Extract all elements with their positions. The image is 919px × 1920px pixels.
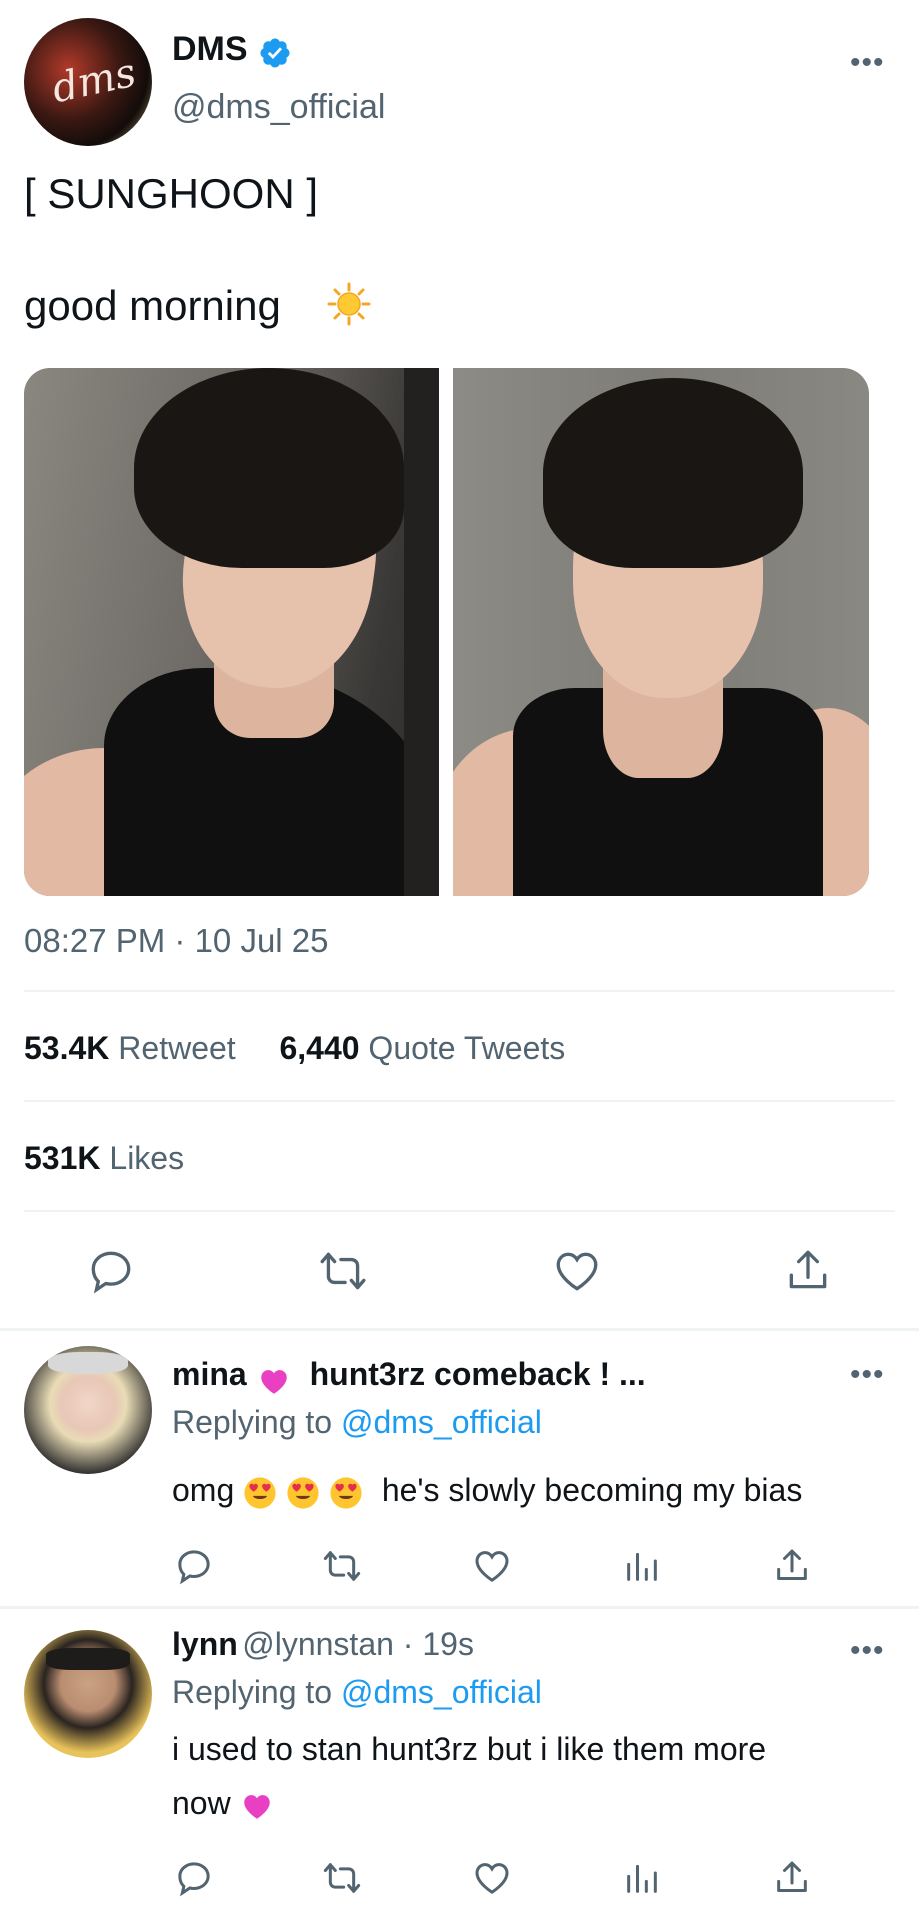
likes-label[interactable]: Likes <box>109 1140 184 1176</box>
reply-author-name[interactable]: mina <box>172 1356 247 1392</box>
replying-to-label: Replying to <box>172 1404 333 1440</box>
reply-text-start: omg <box>172 1472 235 1508</box>
replying-to: Replying to @dms_official <box>172 1404 542 1441</box>
more-options-icon[interactable]: ••• <box>850 46 885 80</box>
divider <box>0 1606 919 1609</box>
pink-heart-emoji-icon <box>243 1794 270 1819</box>
replying-to-label: Replying to <box>172 1674 333 1710</box>
reply-text-line-1: i used to stan hunt3rz but i like them m… <box>172 1731 767 1767</box>
verified-badge-icon <box>260 38 290 68</box>
tweet-text-title: [ SUNGHOON ] <box>24 170 319 217</box>
quotes-label[interactable]: Quote Tweets <box>368 1030 565 1066</box>
tweet-photo-2[interactable] <box>453 368 869 896</box>
replying-to-mention[interactable]: @dms_official <box>341 1674 542 1710</box>
divider <box>24 1100 895 1102</box>
author-avatar[interactable]: dms <box>24 18 152 146</box>
reply-avatar[interactable] <box>24 1346 152 1474</box>
views-icon[interactable] <box>622 1858 662 1898</box>
heart-eyes-emoji-icon <box>287 1476 319 1509</box>
reply-more-icon[interactable]: ••• <box>850 1358 885 1392</box>
reply-author-name[interactable]: lynn <box>172 1626 238 1662</box>
avatar-logo-text: dms <box>48 49 140 113</box>
quotes-count[interactable]: 6,440 <box>279 1030 359 1066</box>
like-icon[interactable] <box>472 1858 512 1898</box>
like-icon[interactable] <box>472 1546 512 1586</box>
reply-text-line-2: now <box>172 1776 274 1830</box>
divider <box>24 1210 895 1212</box>
reply-header: lynn @lynnstan · 19s <box>172 1626 474 1663</box>
reply-icon[interactable] <box>174 1546 214 1586</box>
tweet-timestamp[interactable]: 08:27 PM · 10 Jul 25 <box>24 922 329 960</box>
retweets-label[interactable]: Retweet <box>118 1030 235 1066</box>
share-icon[interactable] <box>783 1246 833 1296</box>
retweet-icon[interactable] <box>318 1246 368 1296</box>
likes-count[interactable]: 531K <box>24 1140 101 1176</box>
tweet-photo-1[interactable] <box>24 368 439 896</box>
reply-icon[interactable] <box>86 1246 136 1296</box>
retweet-quote-stats: 53.4K Retweet 6,440 Quote Tweets <box>24 1030 565 1067</box>
replying-to-mention[interactable]: @dms_official <box>341 1404 542 1440</box>
retweets-count[interactable]: 53.4K <box>24 1030 109 1066</box>
views-icon[interactable] <box>622 1546 662 1586</box>
share-icon[interactable] <box>772 1858 812 1898</box>
reply-avatar[interactable] <box>24 1630 152 1758</box>
reply-header: mina hunt3rz comeback ! ... <box>172 1356 646 1398</box>
likes-stats: 531K Likes <box>24 1140 184 1177</box>
reply-text-line-2-content: now <box>172 1785 231 1821</box>
like-icon[interactable] <box>552 1246 602 1296</box>
author-handle[interactable]: @dms_official <box>172 88 385 127</box>
reply-text: omg he's slowly becoming my bias <box>172 1463 802 1517</box>
reply-author-display-suffix[interactable]: hunt3rz comeback ! ... <box>310 1356 646 1392</box>
tweet-text-body: good morning <box>24 282 281 329</box>
heart-eyes-emoji-icon <box>330 1476 362 1509</box>
heart-eyes-emoji-icon <box>244 1476 276 1509</box>
reply-text-end: he's slowly becoming my bias <box>381 1472 803 1508</box>
share-icon[interactable] <box>772 1546 812 1586</box>
retweet-icon[interactable] <box>322 1546 362 1586</box>
divider <box>0 1328 919 1331</box>
divider <box>24 990 895 992</box>
author-name[interactable]: DMS <box>172 30 248 69</box>
retweet-icon[interactable] <box>322 1858 362 1898</box>
replying-to: Replying to @dms_official <box>172 1674 542 1711</box>
reply-author-handle-time[interactable]: @lynnstan · 19s <box>242 1626 474 1662</box>
reply-more-icon[interactable]: ••• <box>850 1634 885 1668</box>
sun-emoji-icon <box>327 282 371 326</box>
pink-heart-emoji-icon <box>261 1369 287 1394</box>
reply-icon[interactable] <box>174 1858 214 1898</box>
